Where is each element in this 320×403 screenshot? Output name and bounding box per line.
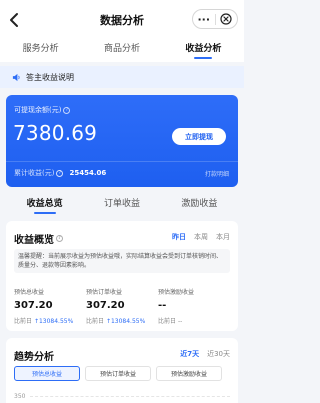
mini-program-capsule: ··· <box>192 9 238 29</box>
trend-analysis-card: 趋势分析 近7天 近30天 预估总收益 预估订单收益 预估激励收益 350 <box>6 338 238 403</box>
compare-value: 13084.55% <box>110 318 146 325</box>
top-tabs: 服务分析 商品分析 收益分析 <box>0 36 244 62</box>
help-icon[interactable]: ? <box>56 235 63 242</box>
card-divider <box>6 161 238 162</box>
trend-metric-chips: 预估总收益 预估订单收益 预估激励收益 <box>14 366 222 381</box>
cumulative-value: 25454.06 <box>69 169 107 177</box>
stat-compare: 比前日 ↑13084.55% <box>86 316 158 325</box>
tab-product-analysis[interactable]: 商品分析 <box>81 36 162 62</box>
income-sub-tabs: 收益总览 订单收益 激励收益 <box>6 191 238 215</box>
stat-compare: 比前日 -- <box>158 316 230 325</box>
overview-title: 收益概览 ? <box>14 231 63 246</box>
overview-title-text: 收益概览 <box>14 235 54 246</box>
tab-incentive-income[interactable]: 激励收益 <box>161 191 238 215</box>
stat-total-income: 预估总收益 307.20 比前日 ↑13084.55% <box>14 287 86 325</box>
trend-period-selector: 近7天 近30天 <box>180 349 230 359</box>
compare-value: 13084.55% <box>38 318 74 325</box>
income-overview-card: 收益概览 ? 昨日 本周 本月 温馨提醒：当前展示收益为预估收益哦，实际结算收益… <box>6 221 238 331</box>
chip-total-income[interactable]: 预估总收益 <box>14 366 80 381</box>
period-this-month[interactable]: 本月 <box>216 232 230 242</box>
more-icon[interactable]: ··· <box>193 10 215 28</box>
period-last-30-days[interactable]: 近30天 <box>207 349 230 359</box>
close-icon[interactable] <box>216 10 238 28</box>
nav-header: 数据分析 ··· <box>0 0 244 40</box>
cumulative-income: 累计收益(元) ? 25454.06 <box>14 168 106 178</box>
chart-gridline <box>30 396 230 397</box>
overview-period-selector: 昨日 本周 本月 <box>172 232 230 242</box>
help-icon[interactable]: ? <box>56 169 64 177</box>
balance-card: 可提现余额(元) ? 7380.69 立即提现 累计收益(元) ? 25454.… <box>6 95 238 187</box>
compare-label: 比前日 <box>86 318 105 325</box>
stat-label: 预估总收益 <box>14 289 45 296</box>
compare-label: 比前日 <box>14 318 33 325</box>
tab-service-analysis[interactable]: 服务分析 <box>0 36 81 62</box>
compare-value: -- <box>177 318 183 325</box>
balance-value: 7380.69 <box>13 121 98 145</box>
stat-value: -- <box>158 300 167 311</box>
withdrawable-label: 可提现余额(元) ? <box>14 105 71 115</box>
tab-income-analysis[interactable]: 收益分析 <box>163 36 244 62</box>
notice-text: 答主收益说明 <box>26 72 74 82</box>
cumulative-label: 累计收益(元) <box>14 169 55 177</box>
tab-income-overview[interactable]: 收益总览 <box>6 191 83 215</box>
chip-order-income[interactable]: 预估订单收益 <box>85 366 151 381</box>
stat-label: 预估激励收益 <box>158 289 195 296</box>
y-axis-tick: 350 <box>14 393 26 400</box>
payment-details-link[interactable]: 打款明细 <box>205 169 229 178</box>
chip-incentive-income[interactable]: 预估激励收益 <box>156 366 222 381</box>
stat-compare: 比前日 ↑13084.55% <box>14 316 86 325</box>
help-icon[interactable]: ? <box>63 106 71 114</box>
period-last-7-days[interactable]: 近7天 <box>180 349 199 359</box>
stat-value: 307.20 <box>14 300 53 311</box>
withdraw-button[interactable]: 立即提现 <box>172 128 226 145</box>
stat-value: 307.20 <box>86 300 125 311</box>
overview-tip: 温馨提醒：当前展示收益为预估收益哦，实际结算收益会受到订单核销时间、质量分、退款… <box>14 249 230 273</box>
withdrawable-label-text: 可提现余额(元) <box>14 106 62 114</box>
stat-incentive-income: 预估激励收益 -- 比前日 -- <box>158 287 230 325</box>
speaker-icon <box>12 73 20 81</box>
period-this-week[interactable]: 本周 <box>194 232 208 242</box>
overview-stats: 预估总收益 307.20 比前日 ↑13084.55% 预估订单收益 307.2… <box>14 287 230 325</box>
compare-label: 比前日 <box>158 318 177 325</box>
stat-order-income: 预估订单收益 307.20 比前日 ↑13084.55% <box>86 287 158 325</box>
period-yesterday[interactable]: 昨日 <box>172 232 186 242</box>
trend-title: 趋势分析 <box>14 352 54 363</box>
income-notice-bar[interactable]: 答主收益说明 <box>0 66 244 88</box>
stat-label: 预估订单收益 <box>86 289 123 296</box>
tab-order-income[interactable]: 订单收益 <box>83 191 160 215</box>
